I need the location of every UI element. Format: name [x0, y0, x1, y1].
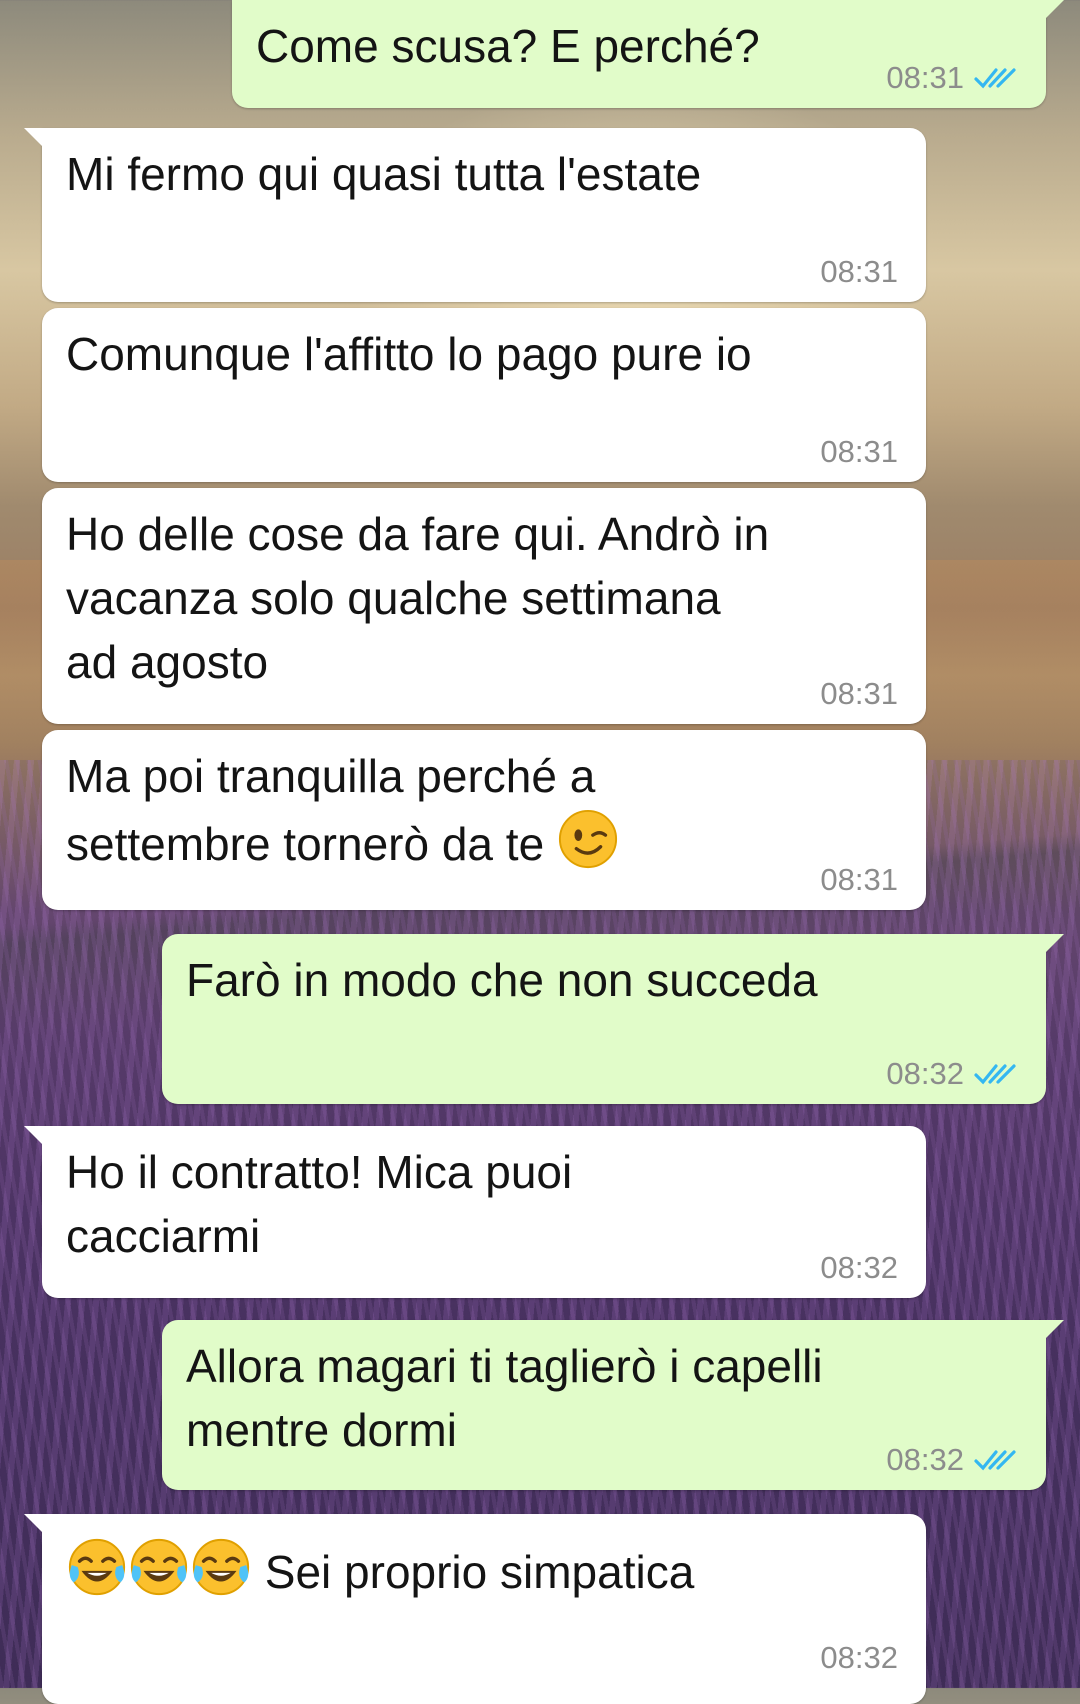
- message-time: 08:32: [886, 1442, 964, 1477]
- winking-face-emoji-icon: [558, 809, 617, 869]
- message-bubble-incoming[interactable]: Ho il contratto! Mica puoi cacciarmi 08:…: [24, 1126, 926, 1298]
- message-text: Sei proprio simpatica: [264, 1546, 695, 1598]
- message-bubble-incoming[interactable]: Mi fermo qui quasi tutta l'estate 08:31: [24, 128, 926, 302]
- message-time: 08:31: [886, 60, 964, 95]
- message-text: Ma poi tranquilla perché a settembre tor…: [66, 750, 596, 870]
- message-text: Comunque l'affitto lo pago pure io: [66, 328, 752, 380]
- message-bubble-incoming[interactable]: Sei proprio simpatica 08:32: [24, 1514, 926, 1704]
- double-check-read-icon: [974, 1450, 1016, 1471]
- message-bubble-outgoing[interactable]: Come scusa? E perché? 08:31: [232, 0, 1064, 108]
- message-time: 08:32: [820, 1640, 898, 1675]
- message-bubble-incoming[interactable]: Ma poi tranquilla perché a settembre tor…: [42, 730, 926, 910]
- message-text: Come scusa? E perché?: [256, 20, 760, 72]
- message-text-wrapper: Sei proprio simpatica: [66, 1536, 694, 1604]
- message-meta: 08:31: [820, 434, 898, 470]
- message-time: 08:31: [820, 676, 898, 711]
- message-time: 08:31: [820, 434, 898, 469]
- message-text-wrapper: Ma poi tranquilla perché a settembre tor…: [66, 744, 619, 876]
- message-text: Ho il contratto! Mica puoi cacciarmi: [66, 1146, 573, 1262]
- message-text: Ho delle cose da fare qui. Andrò in vaca…: [66, 508, 770, 688]
- message-bubble-outgoing[interactable]: Allora magari ti taglierò i capelli ment…: [162, 1320, 1064, 1490]
- message-meta: 08:32: [820, 1250, 898, 1286]
- message-meta: 08:32: [820, 1640, 898, 1676]
- message-bubble-incoming[interactable]: Ho delle cose da fare qui. Andrò in vaca…: [42, 488, 926, 724]
- double-check-read-icon: [974, 1064, 1016, 1085]
- face-with-tears-of-joy-emoji-icon: [192, 1538, 250, 1596]
- message-meta: 08:32: [886, 1056, 1018, 1092]
- message-meta: 08:31: [820, 862, 898, 898]
- message-text: Farò in modo che non succeda: [186, 954, 818, 1006]
- message-meta: 08:31: [820, 254, 898, 290]
- message-time: 08:31: [820, 862, 898, 897]
- face-with-tears-of-joy-emoji-icon: [130, 1538, 188, 1596]
- message-bubble-outgoing[interactable]: Farò in modo che non succeda 08:32: [162, 934, 1064, 1104]
- face-with-tears-of-joy-emoji-icon: [68, 1538, 126, 1596]
- message-meta: 08:31: [820, 676, 898, 712]
- message-text: Allora magari ti taglierò i capelli ment…: [186, 1340, 823, 1456]
- message-time: 08:32: [886, 1056, 964, 1091]
- message-time: 08:31: [820, 254, 898, 289]
- double-check-read-icon: [974, 68, 1016, 89]
- message-meta: 08:31: [886, 60, 1018, 96]
- message-meta: 08:32: [886, 1442, 1018, 1478]
- message-time: 08:32: [820, 1250, 898, 1285]
- message-text: Mi fermo qui quasi tutta l'estate: [66, 148, 702, 200]
- message-bubble-incoming[interactable]: Comunque l'affitto lo pago pure io 08:31: [42, 308, 926, 482]
